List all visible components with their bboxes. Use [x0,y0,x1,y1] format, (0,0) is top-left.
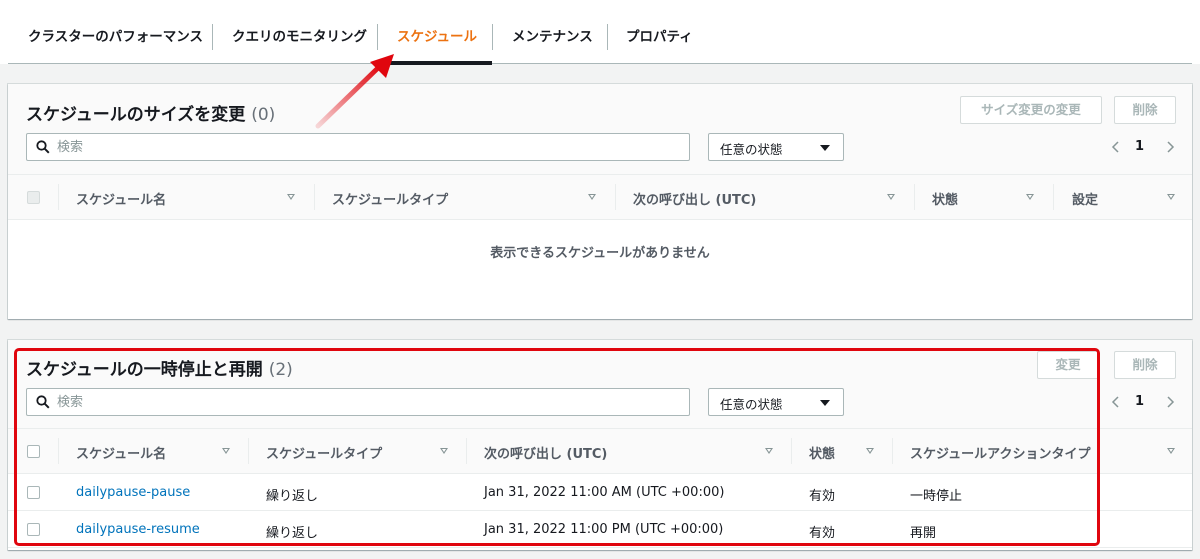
action-type-cell: 再開 [910,526,937,541]
column-header-type[interactable]: スケジュールタイプ [266,443,382,462]
schedule-type-cell: 繰り返し [266,489,319,504]
search-input-box[interactable] [26,388,690,416]
sort-icon[interactable] [887,194,895,200]
select-all-checkbox[interactable] [27,445,40,458]
column-header-type[interactable]: スケジュールタイプ [332,189,448,208]
current-page[interactable]: 1 [1135,139,1144,154]
table-row: dailypause-pause 繰り返し Jan 31, 2022 11:00… [8,474,1192,511]
column-header-next-invocation[interactable]: 次の呼び出し (UTC) [633,189,756,208]
pagination: 1 [1109,392,1179,414]
select-all-checkbox [27,191,40,204]
pagination: 1 [1109,137,1179,159]
search-input[interactable] [57,137,657,157]
tab-bar: クラスターのパフォーマンス クエリのモニタリング スケジュール メンテナンス プ… [0,0,1200,65]
table-header: スケジュール名 スケジュールタイプ 次の呼び出し (UTC) 状態 スケジュール… [8,428,1192,474]
chevron-left-icon[interactable] [1109,395,1123,409]
resize-schedule-panel: スケジュールのサイズを変更 (0) サイズ変更の変更 削除 任意の状態 1 スケ… [8,84,1192,319]
caret-down-icon [820,145,830,151]
state-cell: 有効 [809,489,836,504]
schedule-name-link[interactable]: dailypause-pause [76,485,190,500]
sort-icon[interactable] [222,448,230,454]
chevron-right-icon[interactable] [1163,395,1177,409]
next-invocation-cell: Jan 31, 2022 11:00 AM (UTC +00:00) [484,485,725,500]
panel-count: (2) [268,360,293,380]
empty-table-message: 表示できるスケジュールがありません [490,246,710,261]
column-header-next-invocation[interactable]: 次の呼び出し (UTC) [484,443,607,462]
column-header-name[interactable]: スケジュール名 [76,443,166,462]
column-divider [791,438,792,464]
column-divider [1053,184,1054,210]
sort-icon[interactable] [866,448,874,454]
panel-title-text: スケジュールのサイズを変更 [26,105,246,125]
state-filter-select[interactable]: 任意の状態 [708,133,844,161]
column-divider [314,184,315,210]
tab-cluster-performance[interactable]: クラスターのパフォーマンス [28,24,203,50]
column-divider [615,184,616,210]
search-input[interactable] [57,392,657,412]
column-divider [58,438,59,464]
column-header-name[interactable]: スケジュール名 [76,189,166,208]
sort-icon[interactable] [1167,194,1175,200]
sort-icon[interactable] [287,194,295,200]
column-header-state[interactable]: 状態 [809,443,835,462]
sort-icon[interactable] [440,448,448,454]
delete-button[interactable]: 削除 [1114,351,1176,379]
panel-header [8,340,1192,430]
sort-icon[interactable] [1026,194,1034,200]
panel-title: スケジュールの一時停止と再開 (2) [26,355,293,380]
panel-title: スケジュールのサイズを変更 (0) [26,100,275,125]
sort-icon[interactable] [1167,448,1175,454]
schedule-name-link[interactable]: dailypause-resume [76,522,200,537]
tab-maintenance[interactable]: メンテナンス [512,24,593,50]
next-invocation-cell: Jan 31, 2022 11:00 PM (UTC +00:00) [484,522,724,537]
tab-divider [492,24,493,50]
chevron-left-icon[interactable] [1109,140,1123,154]
sort-icon[interactable] [588,194,596,200]
state-cell: 有効 [809,526,836,541]
state-filter-value: 任意の状態 [720,397,783,412]
row-checkbox[interactable] [27,486,40,499]
state-filter-value: 任意の状態 [720,142,783,157]
column-header-state[interactable]: 状態 [932,189,958,208]
column-divider [58,184,59,210]
search-icon [36,395,50,409]
tab-divider [607,24,608,50]
column-divider [892,438,893,464]
chevron-right-icon[interactable] [1163,140,1177,154]
schedule-type-cell: 繰り返し [266,526,319,541]
tab-divider [212,24,213,50]
column-header-action-type[interactable]: スケジュールアクションタイプ [910,443,1090,462]
panel-title-text: スケジュールの一時停止と再開 [26,360,263,380]
caret-down-icon [820,400,830,406]
action-type-cell: 一時停止 [910,489,963,504]
table-row: dailypause-resume 繰り返し Jan 31, 2022 11:0… [8,511,1192,548]
tab-properties[interactable]: プロパティ [626,24,693,50]
sort-icon[interactable] [765,448,773,454]
column-divider [248,438,249,464]
state-filter-select[interactable]: 任意の状態 [708,388,844,416]
search-icon [36,140,50,154]
tabs-baseline [8,63,1192,64]
column-divider [466,438,467,464]
modify-button[interactable]: 変更 [1037,351,1099,379]
row-checkbox[interactable] [27,523,40,536]
delete-button[interactable]: 削除 [1114,96,1176,124]
pause-resume-schedule-panel: スケジュールの一時停止と再開 (2) 変更 削除 任意の状態 1 スケジュール名… [8,340,1192,550]
column-header-settings[interactable]: 設定 [1072,189,1098,208]
modify-resize-button[interactable]: サイズ変更の変更 [960,96,1102,124]
current-page[interactable]: 1 [1135,394,1144,409]
column-divider [914,184,915,210]
panel-count: (0) [251,105,276,125]
annotation-arrow [315,54,394,129]
table-header: スケジュール名 スケジュールタイプ 次の呼び出し (UTC) 状態 設定 [8,174,1192,220]
